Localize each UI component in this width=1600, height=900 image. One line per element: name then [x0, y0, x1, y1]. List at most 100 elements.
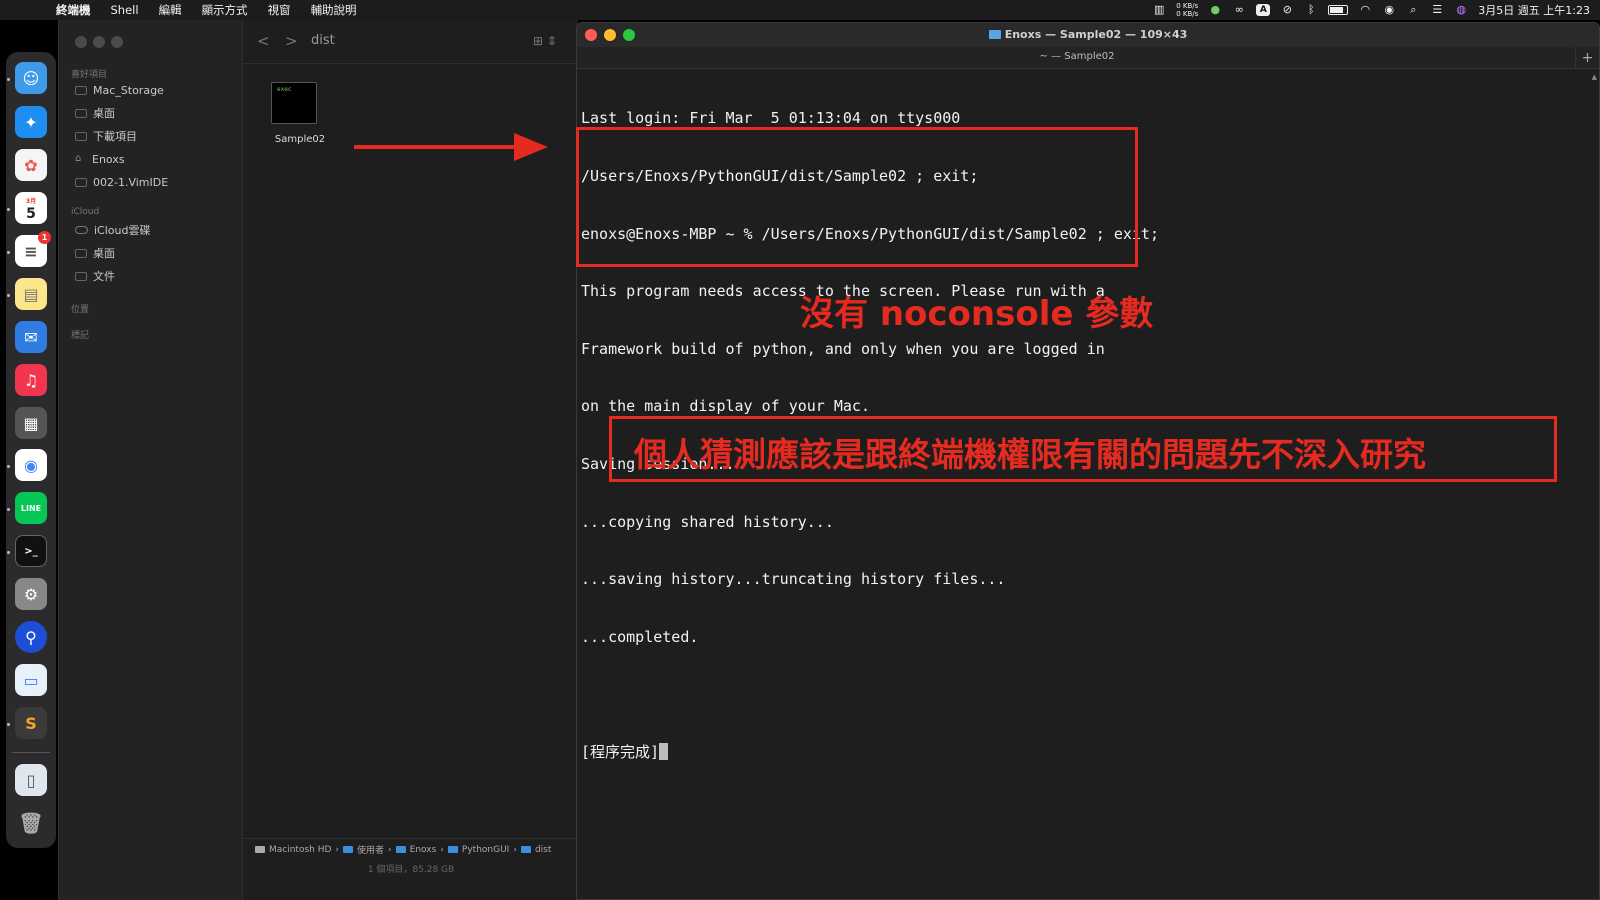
menu-clock[interactable]: 3月5日 週五 上午1:23: [1478, 2, 1590, 18]
1password-icon[interactable]: ⚲: [15, 621, 47, 653]
sidebar-item-label: Mac_Storage: [93, 83, 164, 97]
keynote-icon[interactable]: ▭: [15, 664, 47, 696]
path-separator: ›: [440, 844, 444, 855]
file-item[interactable]: exec: [271, 82, 319, 124]
bluetooth-icon[interactable]: ᛒ: [1304, 4, 1318, 16]
terminal-line: Framework build of python, and only when…: [581, 339, 1105, 358]
sidebar-item-icloud-desktop[interactable]: 桌面: [75, 245, 115, 261]
sidebar-item-label: 文件: [93, 270, 115, 283]
siri-icon[interactable]: ◍: [1454, 4, 1468, 16]
menu-shell[interactable]: Shell: [101, 3, 149, 17]
safari-icon[interactable]: ✦: [15, 106, 47, 138]
finder-icon[interactable]: ☺: [15, 62, 47, 94]
sidebar-item-mac-storage[interactable]: Mac_Storage: [75, 82, 164, 98]
menu-edit[interactable]: 編輯: [149, 2, 192, 18]
trash-icon[interactable]: 🗑: [15, 807, 47, 839]
sidebar-item-icloud-drive[interactable]: iCloud雲碟: [75, 222, 150, 238]
line-icon[interactable]: LINE: [15, 492, 47, 524]
terminal-tab[interactable]: ~ — Sample02: [577, 51, 1577, 62]
view-options-button[interactable]: ⊞ ⇕: [533, 34, 557, 48]
running-indicator: [7, 294, 10, 297]
zoom-button[interactable]: [111, 36, 123, 48]
minimize-button[interactable]: [93, 36, 105, 48]
running-indicator: [7, 508, 10, 511]
sidebar-item-desktop[interactable]: 桌面: [75, 105, 115, 121]
exec-label: exec: [277, 86, 292, 93]
sidebar-item-label: 下載項目: [93, 130, 137, 143]
wifi-icon[interactable]: ◠: [1358, 4, 1372, 16]
reminders-icon[interactable]: ≡ 1: [15, 231, 51, 267]
folder-icon: [447, 846, 458, 853]
finder-window: 喜好項目 Mac_Storage 桌面 下載項目 ⌂ Enoxs 002-1.Vi…: [58, 20, 579, 900]
network-speed[interactable]: 0 KB/s 0 KB/s: [1176, 2, 1198, 18]
terminal-icon[interactable]: >_: [15, 535, 47, 567]
path-separator: ›: [388, 844, 392, 855]
input-method-icon[interactable]: A: [1256, 4, 1271, 16]
menu-window[interactable]: 視窗: [258, 2, 301, 18]
scroll-up-icon[interactable]: ▲: [1592, 73, 1597, 81]
running-indicator: [7, 208, 10, 211]
menu-help[interactable]: 輔助說明: [301, 2, 367, 18]
terminal-titlebar[interactable]: Enoxs — Sample02 — 109×43: [577, 23, 1599, 47]
folder-icon: [75, 177, 87, 187]
sidebar-item-downloads[interactable]: 下載項目: [75, 128, 137, 144]
sidebar-item-vimide[interactable]: 002-1.VimIDE: [75, 174, 168, 190]
menu-view[interactable]: 顯示方式: [192, 2, 258, 18]
chrome-icon[interactable]: ◉: [15, 449, 47, 481]
locations-header[interactable]: 位置: [71, 302, 89, 315]
terminal-line: ...copying shared history...: [581, 512, 834, 531]
calendar-icon[interactable]: 3月 5: [15, 192, 47, 224]
sidebar-item-documents[interactable]: 文件: [75, 268, 115, 284]
tags-header[interactable]: 標記: [71, 328, 89, 341]
path-segment[interactable]: Macintosh HD: [269, 845, 331, 855]
system-preferences-icon[interactable]: ⚙: [15, 578, 47, 610]
terminal-title: Enoxs — Sample02 — 109×43: [577, 28, 1599, 41]
process-completed-text: [程序完成]: [581, 742, 660, 761]
back-button[interactable]: <: [257, 32, 270, 50]
home-icon: ⌂: [75, 153, 82, 164]
archive-file-icon[interactable]: ▯: [15, 764, 47, 796]
file-name[interactable]: Sample02: [267, 134, 333, 145]
menu-app-name[interactable]: 終端機: [46, 2, 101, 18]
net-down-text: 0 KB/s: [1176, 10, 1199, 18]
battery-icon[interactable]: [1328, 5, 1349, 15]
music-icon[interactable]: ♫: [15, 364, 47, 396]
terminal-cursor: [659, 742, 669, 760]
calculator-icon[interactable]: ▦: [15, 407, 47, 439]
sidebar-item-label: 002-1.VimIDE: [93, 175, 169, 189]
sidebar-item-label: Enoxs: [92, 152, 125, 166]
terminal-line: ...completed.: [581, 627, 699, 646]
annotation-no-console: 沒有 noconsole 參數: [800, 294, 1154, 334]
sidebar-item-label: 桌面: [93, 107, 115, 120]
line-status-icon[interactable]: ●: [1208, 4, 1222, 16]
sidebar-item-label: iCloud雲碟: [94, 224, 151, 237]
glasses-icon[interactable]: ∞: [1232, 4, 1246, 16]
finder-toolbar: < > dist ⊞ ⇕: [243, 20, 579, 64]
new-tab-button[interactable]: +: [1575, 47, 1599, 69]
sidebar-item-enoxs[interactable]: ⌂ Enoxs: [75, 151, 125, 167]
status-area: ▥ 0 KB/s 0 KB/s ● ∞ A ⊘ ᛒ ◠ ◉ ⌕ ☰ ◍ 3月5日 …: [1152, 0, 1590, 20]
forward-button[interactable]: >: [285, 32, 298, 50]
path-segment[interactable]: PythonGUI: [462, 845, 509, 855]
reminders-badge: 1: [38, 231, 51, 244]
path-segment[interactable]: dist: [535, 845, 551, 855]
mute-icon[interactable]: ⊘: [1280, 4, 1294, 16]
cpu-monitor-icon[interactable]: ▥: [1152, 4, 1166, 16]
mail-icon[interactable]: ✉: [15, 321, 47, 353]
control-center-icon[interactable]: ☰: [1430, 4, 1444, 16]
close-button[interactable]: [75, 36, 87, 48]
folder-icon: [343, 846, 354, 853]
path-segment[interactable]: 使用者: [357, 843, 384, 856]
path-segment[interactable]: Enoxs: [410, 845, 437, 855]
photos-icon[interactable]: ✿: [15, 149, 47, 181]
notes-icon[interactable]: ▤: [15, 278, 47, 310]
search-icon[interactable]: ⌕: [1406, 4, 1420, 16]
icloud-header: iCloud: [71, 207, 100, 217]
folder-icon: [75, 85, 87, 95]
folder-icon: [988, 30, 1001, 39]
dock: ☺ ✦ ✿ 3月 5 ≡ 1 ▤ ✉ ♫ ▦ ◉ LINE >_ ⚙ ⚲ ▭ S…: [6, 52, 56, 848]
sublime-text-icon[interactable]: S: [15, 707, 47, 739]
user-icon[interactable]: ◉: [1382, 4, 1396, 16]
terminal-title-text: Enoxs — Sample02 — 109×43: [1004, 28, 1188, 41]
